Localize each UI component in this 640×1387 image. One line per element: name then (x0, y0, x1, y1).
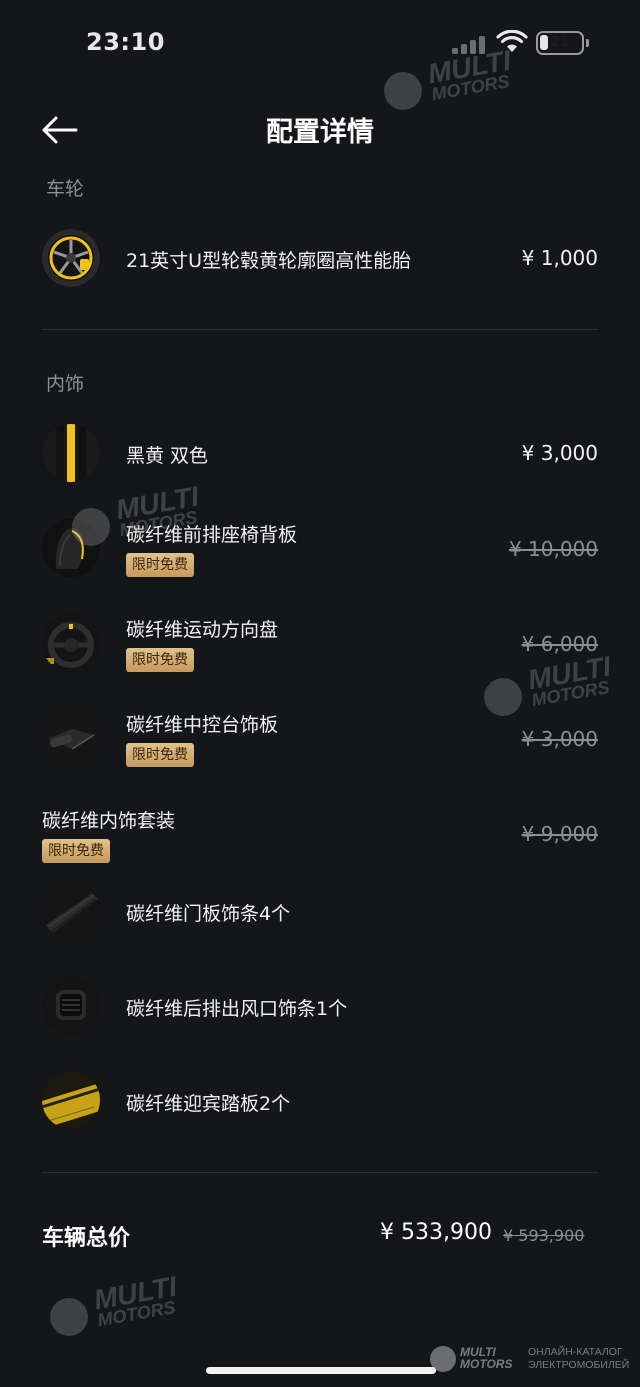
cellular-signal-icon (452, 34, 488, 54)
option-price: ¥ 1,000 (521, 246, 598, 270)
package-item-name: 碳纤维迎宾踏板2个 (126, 1093, 291, 1115)
total-price: ¥ 533,900 (380, 1220, 492, 1245)
option-price-original: ¥ 6,000 (521, 632, 598, 656)
console-thumbnail (42, 709, 100, 767)
package-price-original: ¥ 9,000 (521, 822, 598, 846)
option-name: 21英寸U型轮毂黄轮廓圈高性能胎 (126, 250, 412, 272)
status-time: 23:10 (86, 28, 165, 56)
limited-free-badge: 限时免费 (126, 648, 194, 672)
status-bar: 23:10 21 (0, 0, 640, 88)
option-name: 碳纤维中控台饰板 (126, 714, 279, 736)
divider (42, 1172, 598, 1173)
option-price: ¥ 3,000 (521, 441, 598, 465)
option-price-original: ¥ 3,000 (521, 727, 598, 751)
wheel-thumbnail (42, 229, 100, 287)
wifi-icon (496, 30, 528, 52)
package-name: 碳纤维内饰套装 (42, 810, 176, 832)
total-price-label: 车辆总价 (42, 1226, 131, 1251)
battery-icon: 21 (536, 31, 584, 55)
battery-level: 21 (550, 34, 570, 50)
total-original-price: ¥ 593,900 (503, 1226, 585, 1245)
sill-plate-thumbnail (42, 1071, 100, 1129)
watermark-brand: MULTI MOTORS ОНЛАЙН-КАТАЛОГ ЭЛЕКТРОМОБИЛЕЙ (430, 1346, 640, 1374)
option-name: 碳纤维运动方向盘 (126, 619, 279, 641)
option-name: 黑黄 双色 (126, 445, 209, 467)
watermark-logo: MULTI MOTORS (484, 651, 634, 728)
steering-wheel-thumbnail (42, 614, 100, 672)
home-indicator[interactable] (206, 1367, 436, 1374)
seat-back-thumbnail (42, 519, 100, 577)
watermark-logo: MULTI MOTORS (50, 1271, 200, 1348)
door-trim-thumbnail (42, 881, 100, 939)
battery-tip (586, 39, 589, 47)
limited-free-badge: 限时免费 (126, 553, 194, 577)
option-price-original: ¥ 10,000 (508, 537, 598, 561)
limited-free-badge: 限时免费 (126, 743, 194, 767)
black-yellow-swatch (42, 424, 100, 482)
page-title: 配置详情 (266, 117, 374, 148)
section-label-interior: 内饰 (46, 373, 85, 395)
divider (42, 329, 598, 330)
section-label-wheels: 车轮 (46, 178, 85, 200)
limited-free-badge: 限时免费 (42, 839, 110, 863)
package-item-name: 碳纤维门板饰条4个 (126, 903, 291, 925)
package-item-name: 碳纤维后排出风口饰条1个 (126, 998, 348, 1020)
air-vent-thumbnail (42, 976, 100, 1034)
option-name: 碳纤维前排座椅背板 (126, 524, 298, 546)
